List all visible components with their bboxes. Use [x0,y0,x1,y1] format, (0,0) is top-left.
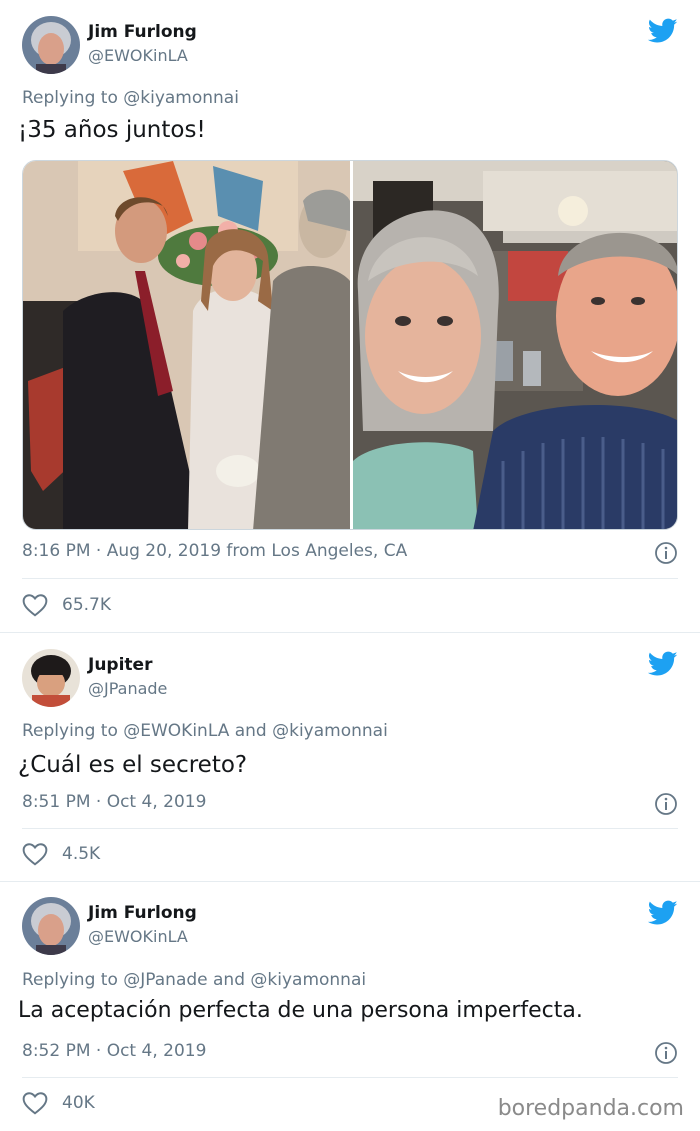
display-name[interactable]: Jim Furlong [88,22,197,42]
user-handle[interactable]: @JPanade [88,679,167,698]
twitter-bird-icon [648,900,678,925]
display-name[interactable]: Jim Furlong [88,903,197,923]
twitter-bird-icon [648,651,678,676]
like-action[interactable]: 65.7K [22,593,111,617]
like-count: 40K [62,1093,95,1113]
reply-mentions[interactable]: @kiyamonnai [123,88,239,108]
reply-mentions[interactable]: @JPanade and @kiyamonnai [123,970,366,990]
watermark: boredpanda.com [497,1096,684,1121]
like-action[interactable]: 40K [22,1091,95,1115]
tweet-2: Jupiter @JPanade Replying to @EWOKinLA a… [0,633,700,882]
info-icon[interactable] [654,1041,678,1065]
reply-prefix: Replying to [22,721,118,741]
divider [22,828,678,829]
tweet-photo[interactable] [22,160,678,530]
heart-icon[interactable] [22,842,48,866]
tweet-text: ¡35 años juntos! [18,117,206,143]
reply-prefix: Replying to [22,88,118,108]
divider [22,578,678,579]
display-name[interactable]: Jupiter [88,655,152,675]
avatar[interactable] [22,649,80,707]
like-count: 65.7K [62,595,111,615]
avatar[interactable] [22,16,80,74]
heart-icon[interactable] [22,1091,48,1115]
divider [22,1077,678,1078]
tweet-text: ¿Cuál es el secreto? [18,752,248,778]
info-icon[interactable] [654,792,678,816]
wedding-photo [23,161,350,529]
tweet-timestamp[interactable]: 8:51 PM · Oct 4, 2019 [22,792,206,812]
avatar[interactable] [22,897,80,955]
tweet-text: La aceptación perfecta de una persona im… [18,998,583,1023]
tweet-3: Jim Furlong @EWOKinLA Replying to @JPana… [0,882,700,1131]
reply-context: Replying to @EWOKinLA and @kiyamonnai [22,721,388,741]
like-count: 4.5K [62,844,101,864]
reply-prefix: Replying to [22,970,118,990]
tweet-timestamp[interactable]: 8:16 PM · Aug 20, 2019 from Los Angeles,… [22,541,407,561]
tweet-timestamp[interactable]: 8:52 PM · Oct 4, 2019 [22,1041,206,1061]
reply-context: Replying to @JPanade and @kiyamonnai [22,970,366,990]
selfie-photo [353,161,677,529]
reply-context: Replying to @kiyamonnai [22,88,239,108]
reply-mentions[interactable]: @EWOKinLA and @kiyamonnai [123,721,388,741]
twitter-bird-icon [648,18,678,43]
tweet-1: Jim Furlong @EWOKinLA Replying to @kiyam… [0,0,700,633]
user-handle[interactable]: @EWOKinLA [88,927,188,946]
heart-icon[interactable] [22,593,48,617]
like-action[interactable]: 4.5K [22,842,100,866]
user-handle[interactable]: @EWOKinLA [88,46,188,65]
info-icon[interactable] [654,541,678,565]
